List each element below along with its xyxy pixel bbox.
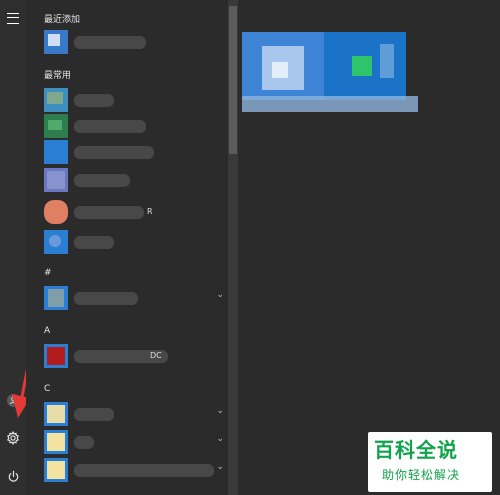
app-list-scrollbar[interactable] [228, 0, 238, 495]
tile-caption [242, 96, 418, 112]
folder-icon [44, 430, 68, 454]
app-folder-item[interactable]: ⌄ [44, 430, 228, 454]
start-menu: 最近添加 最常用 R # ⌄ A DC C ⌄ ⌄ ⌄ 百科全说 助你轻松解决 [0, 0, 500, 495]
app-icon [44, 230, 68, 254]
app-folder-item[interactable]: ⌄ [44, 458, 228, 482]
app-item[interactable] [44, 140, 228, 164]
scroll-thumb[interactable] [229, 6, 237, 154]
gear-icon [7, 431, 19, 445]
power-icon [8, 470, 18, 482]
section-header-a[interactable]: A [44, 326, 50, 336]
app-icon [44, 88, 68, 112]
app-item[interactable] [44, 114, 228, 138]
app-item[interactable] [44, 88, 228, 112]
app-item[interactable]: DC [44, 344, 228, 368]
app-label-fragment: R [147, 207, 153, 216]
app-tile-large[interactable] [324, 32, 406, 100]
app-folder-item[interactable]: ⌄ [44, 402, 228, 426]
app-item[interactable] [44, 30, 228, 54]
app-icon [44, 140, 68, 164]
folder-icon [44, 402, 68, 426]
section-header-hash[interactable]: # [44, 268, 52, 278]
left-rail [0, 0, 26, 495]
power-button[interactable] [0, 462, 26, 490]
folder-icon [44, 458, 68, 482]
app-icon [44, 168, 68, 192]
hamburger-icon [7, 12, 19, 24]
app-icon [44, 114, 68, 138]
app-tile-large[interactable] [242, 32, 324, 100]
chevron-down-icon: ⌄ [216, 434, 224, 444]
app-item[interactable] [44, 168, 228, 192]
chevron-down-icon: ⌄ [216, 406, 224, 416]
app-label-fragment: DC [150, 351, 162, 360]
app-icon [44, 30, 68, 54]
tiles-area [238, 0, 500, 495]
watermark-logo: 百科全说 助你轻松解决 [368, 432, 492, 492]
section-header-c[interactable]: C [44, 384, 50, 394]
app-icon [44, 286, 68, 310]
app-icon [44, 200, 68, 224]
app-list: 最近添加 最常用 R # ⌄ A DC C ⌄ ⌄ ⌄ [26, 0, 228, 495]
chevron-down-icon: ⌄ [216, 290, 224, 300]
settings-button[interactable] [0, 424, 26, 452]
section-header-recently-added[interactable]: 最近添加 [44, 12, 80, 25]
watermark-subtitle: 助你轻松解决 [382, 468, 461, 482]
app-item[interactable]: R [44, 200, 228, 224]
app-folder-item[interactable]: ⌄ [44, 286, 228, 310]
chevron-down-icon: ⌄ [216, 462, 224, 472]
app-icon [44, 344, 68, 368]
app-item[interactable] [44, 230, 228, 254]
expand-menu-button[interactable] [0, 4, 26, 32]
section-header-most-used[interactable]: 最常用 [44, 68, 71, 81]
watermark-title: 百科全说 [374, 438, 458, 462]
